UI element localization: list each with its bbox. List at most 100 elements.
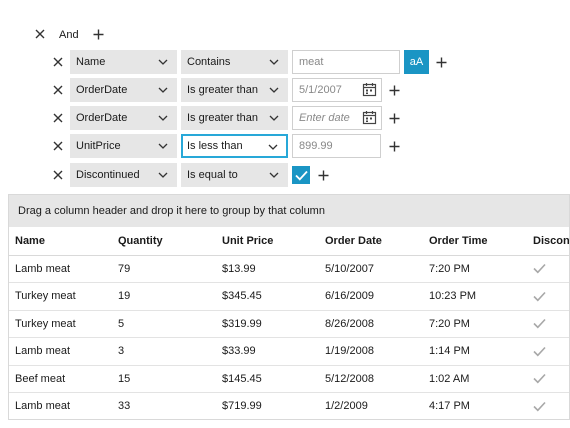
discontinued-cell: [527, 310, 569, 338]
column-header[interactable]: Name: [9, 227, 112, 256]
chevron-down-icon: [158, 172, 168, 178]
calendar-icon: [362, 111, 377, 125]
checkmark-icon: [533, 264, 546, 274]
remove-filter-button[interactable]: [51, 55, 65, 69]
field-combobox-value: UnitPrice: [76, 140, 121, 152]
operator-combobox[interactable]: Is less than: [181, 134, 288, 158]
plus-icon: [436, 57, 446, 67]
value-input[interactable]: 899.99: [292, 134, 381, 158]
grid-body: Lamb meat 79 $13.99 5/10/2007 7:20 PM Turkey …: [9, 255, 569, 419]
add-filter-row-button[interactable]: [387, 111, 401, 125]
table-cell: 1/2/2009: [319, 392, 423, 419]
value-input-text: Enter date: [299, 112, 350, 124]
logic-operator-label[interactable]: And: [59, 29, 79, 41]
chevron-down-icon: [269, 172, 279, 178]
filter-row: OrderDate Is greater than Enter date: [0, 106, 570, 130]
field-combobox[interactable]: OrderDate: [70, 106, 177, 130]
value-input-text: meat: [299, 56, 324, 68]
value-checkbox[interactable]: [292, 166, 310, 184]
chevron-down-icon: [158, 59, 168, 65]
filter-row: Discontinued Is equal to: [0, 163, 570, 187]
close-icon: [53, 57, 63, 67]
table-cell: 1:02 AM: [423, 365, 527, 393]
value-input[interactable]: meat: [292, 50, 400, 74]
filter-row: Name Contains meat aA: [0, 50, 570, 74]
group-panel[interactable]: Drag a column header and drop it here to…: [9, 195, 569, 227]
table-row[interactable]: Lamb meat 33 $719.99 1/2/2009 4:17 PM: [9, 392, 569, 419]
discontinued-cell: [527, 365, 569, 393]
table-row[interactable]: Lamb meat 3 $33.99 1/19/2008 1:14 PM: [9, 337, 569, 366]
field-combobox[interactable]: Discontinued: [70, 163, 177, 187]
chevron-down-icon: [269, 59, 279, 65]
close-icon: [35, 29, 45, 39]
table-cell: $345.45: [216, 282, 319, 311]
table-cell: 5/10/2007: [319, 255, 423, 283]
operator-combobox[interactable]: Contains: [181, 50, 288, 74]
calendar-button[interactable]: [362, 82, 377, 97]
operator-combobox[interactable]: Is greater than: [181, 78, 288, 102]
discontinued-cell: [527, 337, 569, 366]
add-filter-button[interactable]: [91, 27, 105, 41]
field-combobox[interactable]: Name: [70, 50, 177, 74]
add-filter-row-button[interactable]: [387, 83, 401, 97]
operator-combobox-value: Is equal to: [187, 169, 238, 181]
table-row[interactable]: Turkey meat 19 $345.45 6/16/2009 10:23 PM: [9, 282, 569, 311]
discontinued-cell: [527, 255, 569, 283]
table-cell: 1:14 PM: [423, 337, 527, 366]
table-cell: 79: [112, 255, 216, 283]
column-header[interactable]: Discontinued: [527, 227, 569, 256]
grid-header-row: Name Quantity Unit Price Order Date Order Ti…: [9, 227, 569, 256]
table-cell: 6/16/2009: [319, 282, 423, 311]
add-filter-row-button[interactable]: [434, 55, 448, 69]
add-filter-row-button[interactable]: [387, 139, 401, 153]
discontinued-cell: [527, 282, 569, 311]
operator-combobox-value: Contains: [187, 56, 231, 68]
operator-combobox[interactable]: Is greater than: [181, 106, 288, 130]
calendar-button[interactable]: [362, 110, 377, 125]
checkmark-icon: [533, 319, 546, 329]
filter-row: UnitPrice Is less than 899.99: [0, 134, 570, 158]
filter-panel: And Name Contains meat aA OrderDate Is greate…: [0, 0, 570, 194]
table-cell: $319.99: [216, 310, 319, 338]
column-header[interactable]: Quantity: [112, 227, 216, 256]
table-cell: 7:20 PM: [423, 310, 527, 338]
table-row[interactable]: Lamb meat 79 $13.99 5/10/2007 7:20 PM: [9, 255, 569, 283]
field-combobox-value: Discontinued: [76, 169, 140, 181]
match-case-label: aA: [409, 56, 424, 68]
operator-combobox-value: Is greater than: [187, 112, 258, 124]
remove-filter-button[interactable]: [51, 139, 65, 153]
remove-filter-button[interactable]: [51, 111, 65, 125]
grid-table: Name Quantity Unit Price Order Date Order Ti…: [9, 227, 569, 419]
plus-icon: [93, 29, 103, 39]
table-cell: 10:23 PM: [423, 282, 527, 311]
add-filter-row-button[interactable]: [316, 168, 330, 182]
table-cell: 19: [112, 282, 216, 311]
operator-combobox[interactable]: Is equal to: [181, 163, 288, 187]
table-cell: $145.45: [216, 365, 319, 393]
checkmark-icon: [533, 291, 546, 302]
column-header[interactable]: Order Date: [319, 227, 423, 256]
field-combobox[interactable]: OrderDate: [70, 78, 177, 102]
table-cell: Turkey meat: [9, 282, 112, 311]
plus-icon: [389, 85, 399, 95]
close-icon: [53, 85, 63, 95]
remove-filter-button[interactable]: [51, 168, 65, 182]
data-grid: Drag a column header and drop it here to…: [8, 194, 570, 420]
value-input-text: 5/1/2007: [299, 84, 342, 96]
table-cell: 3: [112, 337, 216, 366]
table-cell: $719.99: [216, 392, 319, 419]
column-header[interactable]: Order Time: [423, 227, 527, 256]
table-row[interactable]: Beef meat 15 $145.45 5/12/2008 1:02 AM: [9, 365, 569, 393]
checkmark-icon: [533, 346, 546, 357]
field-combobox[interactable]: UnitPrice: [70, 134, 177, 158]
table-cell: Lamb meat: [9, 392, 112, 419]
table-row[interactable]: Turkey meat 5 $319.99 8/26/2008 7:20 PM: [9, 310, 569, 338]
match-case-button[interactable]: aA: [404, 50, 429, 74]
checkmark-icon: [533, 401, 546, 412]
column-header[interactable]: Unit Price: [216, 227, 319, 256]
table-cell: $33.99: [216, 337, 319, 366]
remove-filter-button[interactable]: [51, 83, 65, 97]
remove-root-filter-button[interactable]: [33, 27, 47, 41]
chevron-down-icon: [158, 115, 168, 121]
table-cell: 5: [112, 310, 216, 338]
